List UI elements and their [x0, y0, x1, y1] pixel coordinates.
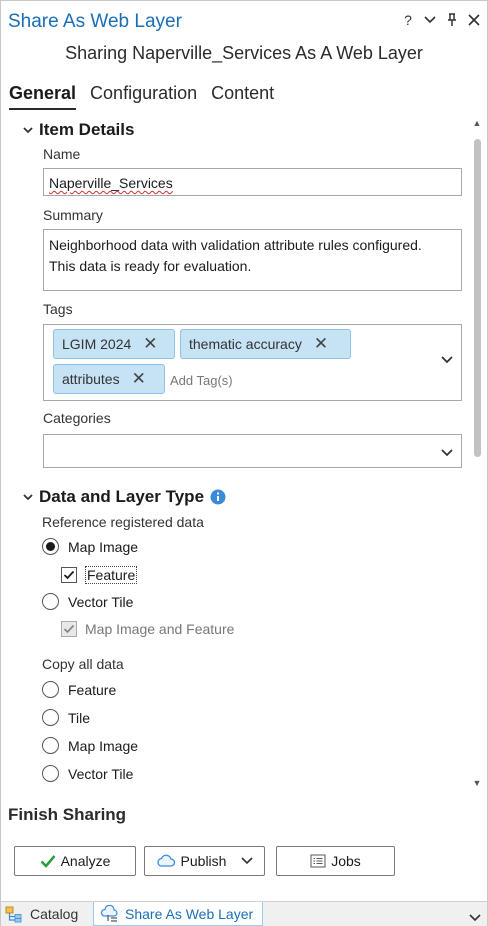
item-details-heading: Item Details — [39, 120, 135, 139]
chevron-down-icon — [23, 127, 33, 134]
checkbox-feature[interactable]: Feature — [61, 566, 138, 584]
tag-label: attributes — [62, 371, 120, 387]
radio-ref-vector-tile[interactable]: Vector Tile — [42, 593, 133, 610]
data-layer-type-heading: Data and Layer Type — [39, 487, 205, 506]
name-value: Naperville_Services — [49, 175, 173, 191]
radio-copy-feature[interactable]: Feature — [42, 681, 116, 698]
tags-label: Tags — [43, 301, 73, 317]
chevron-down-icon[interactable] — [441, 353, 453, 367]
close-icon[interactable] — [467, 11, 481, 29]
share-as-web-layer-pane: Share As Web Layer ? Sharing Naperville_… — [0, 0, 488, 926]
checkmark-icon — [63, 624, 75, 634]
radio-label: Tile — [68, 709, 91, 726]
pin-icon[interactable] — [445, 11, 459, 29]
checkbox-checked-disabled — [61, 621, 77, 637]
remove-tag-icon[interactable]: ✕ — [132, 369, 146, 389]
radio-unselected[interactable] — [42, 681, 59, 698]
dock-tabs: Catalog Share As Web Layer — [1, 901, 487, 926]
tag-chip: attributes ✕ — [53, 364, 165, 394]
dock-tab-label: Share As Web Layer — [125, 905, 254, 922]
finish-sharing-heading: Finish Sharing — [8, 805, 127, 824]
chevron-down-icon[interactable] — [469, 909, 481, 925]
add-tag-input[interactable]: Add Tag(s) — [170, 373, 233, 388]
name-field[interactable]: Naperville_Services — [43, 168, 462, 196]
radio-label: Vector Tile — [68, 593, 134, 610]
jobs-list-icon — [310, 854, 326, 868]
radio-selected[interactable] — [42, 538, 59, 555]
analyze-label: Analyze — [60, 853, 111, 869]
options-menu-icon[interactable] — [423, 11, 437, 29]
jobs-label: Jobs — [331, 853, 361, 869]
share-web-layer-icon — [100, 904, 118, 922]
remove-tag-icon[interactable]: ✕ — [314, 334, 328, 354]
checkmark-icon — [40, 855, 56, 868]
radio-unselected[interactable] — [42, 737, 59, 754]
radio-label: Map Image — [68, 737, 139, 754]
dock-tab-catalog[interactable]: Catalog — [5, 902, 84, 926]
radio-ref-map-image[interactable]: Map Image — [42, 538, 138, 555]
pane-tabs: General Configuration Content — [9, 83, 274, 110]
scroll-down-icon[interactable]: ▼ — [471, 777, 483, 789]
radio-unselected[interactable] — [42, 765, 59, 782]
tag-label: LGIM 2024 — [62, 336, 132, 352]
reference-registered-label: Reference registered data — [42, 514, 204, 530]
checkbox-map-image-and-feature: Map Image and Feature — [61, 621, 234, 637]
analyze-button[interactable]: Analyze — [14, 846, 136, 876]
catalog-icon — [5, 906, 22, 923]
pane-titlebar: Share As Web Layer ? — [1, 1, 487, 41]
tab-content[interactable]: Content — [211, 83, 274, 110]
tags-field[interactable]: LGIM 2024 ✕ thematic accuracy ✕ attribut… — [43, 324, 462, 401]
remove-tag-icon[interactable]: ✕ — [143, 334, 157, 354]
vertical-scrollbar[interactable]: ▲ ▼ — [471, 115, 483, 791]
radio-label: Vector Tile — [68, 765, 134, 782]
sharing-subtitle: Sharing Naperville_Services As A Web Lay… — [65, 43, 423, 63]
name-label: Name — [43, 146, 81, 162]
data-layer-type-header[interactable]: Data and Layer Type — [23, 487, 226, 507]
categories-label: Categories — [43, 410, 111, 426]
dock-tab-label: Catalog — [30, 906, 79, 922]
jobs-button[interactable]: Jobs — [276, 846, 395, 876]
info-icon[interactable] — [210, 489, 226, 505]
radio-copy-tile[interactable]: Tile — [42, 709, 90, 726]
summary-line-2: This data is ready for evaluation. — [49, 258, 252, 274]
tag-chip: thematic accuracy ✕ — [180, 329, 351, 359]
general-tab-content: Item Details Name Naperville_Services Su… — [1, 115, 487, 791]
tab-configuration[interactable]: Configuration — [90, 83, 197, 110]
tag-chip: LGIM 2024 ✕ — [53, 329, 175, 359]
checkbox-label: Map Image and Feature — [85, 621, 235, 637]
help-icon[interactable]: ? — [401, 11, 415, 29]
scroll-up-icon[interactable]: ▲ — [471, 117, 483, 129]
cloud-icon — [156, 854, 175, 867]
checkbox-label: Feature — [85, 566, 138, 584]
radio-copy-vector-tile[interactable]: Vector Tile — [42, 765, 133, 782]
pane-controls: ? — [401, 11, 481, 29]
chevron-down-icon — [441, 446, 453, 460]
tag-label: thematic accuracy — [189, 336, 302, 352]
chevron-down-icon — [23, 494, 33, 501]
checkbox-checked[interactable] — [61, 567, 77, 583]
chevron-down-icon[interactable] — [241, 857, 254, 865]
item-details-header[interactable]: Item Details — [23, 120, 134, 140]
radio-label: Feature — [68, 681, 117, 698]
dock-tab-share-as-web-layer[interactable]: Share As Web Layer — [93, 902, 263, 926]
summary-label: Summary — [43, 207, 103, 223]
radio-unselected[interactable] — [42, 593, 59, 610]
summary-line-1: Neighborhood data with validation attrib… — [49, 237, 422, 253]
tab-general[interactable]: General — [9, 83, 77, 110]
pane-title: Share As Web Layer — [8, 11, 182, 32]
checkmark-icon — [63, 570, 75, 580]
categories-dropdown[interactable] — [43, 434, 462, 468]
radio-unselected[interactable] — [42, 709, 59, 726]
radio-copy-map-image[interactable]: Map Image — [42, 737, 138, 754]
summary-field[interactable]: Neighborhood data with validation attrib… — [43, 229, 462, 291]
copy-all-data-label: Copy all data — [42, 656, 124, 672]
scrollbar-thumb[interactable] — [474, 139, 481, 457]
radio-label: Map Image — [68, 538, 139, 555]
publish-button[interactable]: Publish — [144, 846, 265, 876]
publish-label: Publish — [180, 853, 227, 869]
